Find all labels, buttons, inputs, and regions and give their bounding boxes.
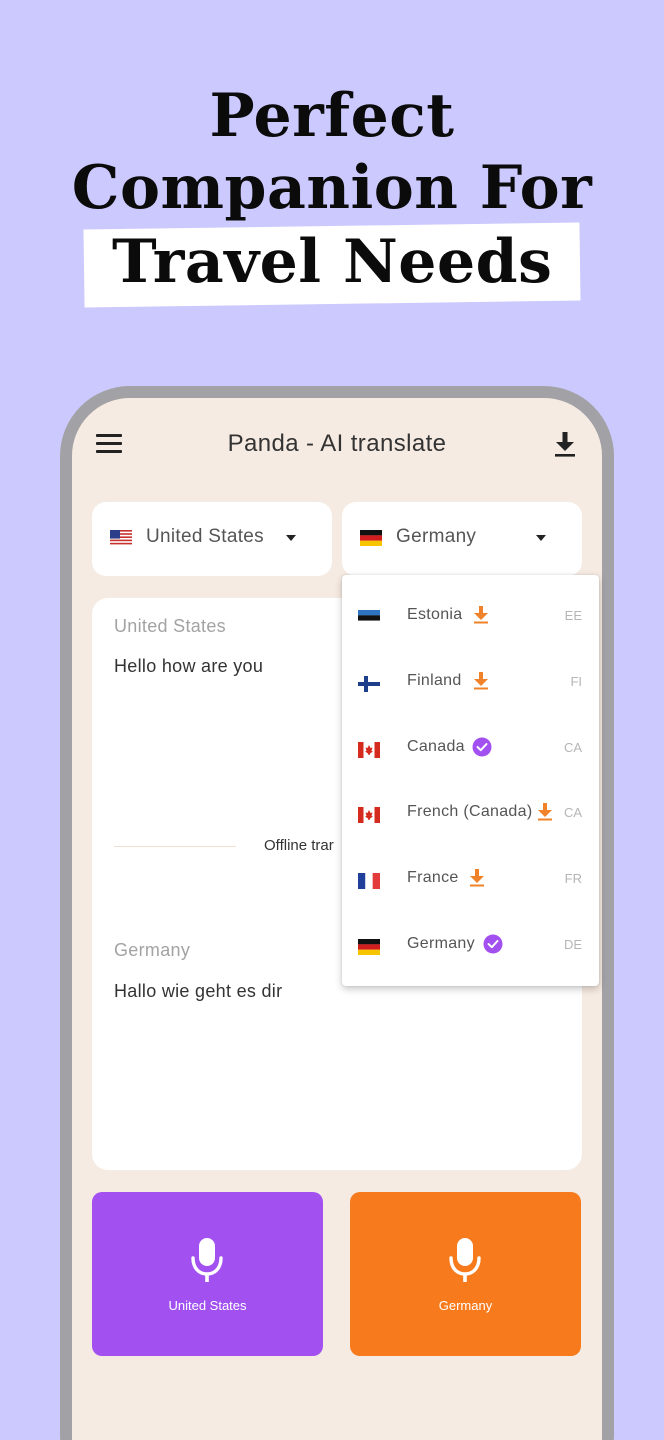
source-language-label: United States (146, 526, 264, 547)
language-code: CA (563, 805, 582, 820)
download-icon[interactable] (552, 430, 578, 458)
estonia-flag-icon (358, 610, 380, 626)
check-circle-icon (483, 934, 503, 954)
headline-line-1: Perfect (209, 81, 455, 151)
dropdown-item-estonia[interactable]: Estonia EE (342, 590, 599, 656)
offline-translation-label: Offline trar (264, 837, 334, 854)
headline-line-2: Companion For (71, 153, 593, 223)
headline-highlight: Travel Needs (83, 222, 581, 308)
language-code: DE (563, 937, 582, 952)
microphone-icon (191, 1238, 223, 1282)
dropdown-item-label: Estonia (407, 606, 463, 623)
dropdown-item-label: Canada (407, 738, 465, 755)
canada-flag-icon (358, 742, 380, 758)
app-title: Panda - AI translate (227, 430, 447, 457)
microphone-icon (449, 1238, 481, 1282)
us-flag-icon (110, 530, 132, 546)
divider (114, 846, 236, 847)
dropdown-item-label: Finland (407, 672, 462, 689)
source-text[interactable]: Hello how are you (114, 656, 263, 677)
dropdown-item-label: Germany (407, 935, 475, 952)
france-flag-icon (358, 873, 380, 889)
mic-button-source[interactable]: United States (92, 1192, 323, 1356)
germany-flag-icon (360, 530, 382, 546)
canada-flag-icon (358, 807, 380, 823)
chevron-down-icon (536, 535, 546, 541)
source-language-heading: United States (114, 616, 226, 636)
dropdown-item-finland[interactable]: Finland FI (342, 656, 599, 722)
check-circle-icon (472, 737, 492, 757)
translated-text[interactable]: Hallo wie geht es dir (114, 981, 282, 1002)
dropdown-item-label: French (Canada) (407, 803, 533, 820)
language-code: FR (564, 871, 582, 886)
germany-flag-icon (358, 939, 380, 955)
dropdown-item-label: France (407, 869, 459, 886)
target-language-heading: Germany (114, 940, 191, 960)
download-icon[interactable] (473, 606, 489, 624)
source-language-selector[interactable]: United States (92, 502, 332, 576)
mic-button-source-label: United States (168, 1298, 247, 1313)
dropdown-item-france[interactable]: France FR (342, 853, 599, 919)
chevron-down-icon (286, 535, 296, 541)
mic-button-target-label: Germany (438, 1298, 493, 1313)
language-code: EE (564, 608, 582, 623)
download-icon[interactable] (473, 672, 489, 690)
language-code: FI (570, 674, 582, 689)
dropdown-item-canada[interactable]: Canada CA (342, 722, 599, 788)
download-icon[interactable] (469, 869, 485, 887)
download-icon[interactable] (537, 803, 553, 821)
app-bar: Panda - AI translate (72, 416, 602, 472)
target-language-selector[interactable]: Germany (342, 502, 582, 576)
promo-headline: Perfect Companion For Travel Needs (0, 80, 664, 308)
headline-line-3: Travel Needs (111, 227, 553, 298)
language-dropdown: Estonia EE Finland FI Canada CA French (… (342, 575, 599, 986)
mic-button-target[interactable]: Germany (350, 1192, 581, 1356)
dropdown-item-germany[interactable]: Germany DE (342, 919, 599, 985)
finland-flag-icon (358, 676, 380, 692)
dropdown-item-french-canada[interactable]: French (Canada) CA (342, 787, 599, 853)
language-code: CA (563, 740, 582, 755)
target-language-label: Germany (396, 526, 477, 547)
